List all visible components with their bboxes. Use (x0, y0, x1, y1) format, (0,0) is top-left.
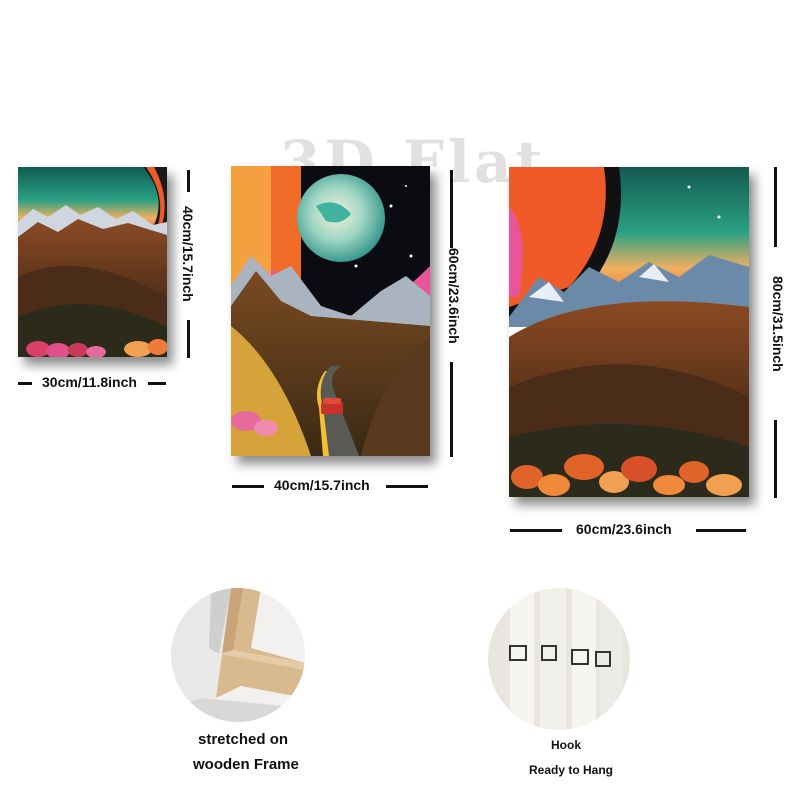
large-height-label: 80cm/31.5inch (770, 276, 786, 372)
medium-canvas-panel (231, 166, 430, 456)
hook-illustration (488, 588, 630, 730)
small-canvas-panel (18, 167, 167, 357)
medium-canvas-artwork (231, 166, 430, 456)
small-height-line-top (187, 170, 190, 192)
small-width-label: 30cm/11.8inch (42, 374, 137, 390)
medium-height-label: 60cm/23.6inch (446, 248, 462, 344)
hook-caption-line1: Hook (551, 738, 581, 752)
large-width-line-left (510, 529, 562, 532)
medium-width-label: 40cm/15.7inch (274, 477, 370, 493)
large-height-line-bottom (774, 420, 777, 498)
hook-caption-line2: Ready to Hang (529, 763, 614, 777)
large-height-line-top (774, 167, 777, 247)
small-height-line-bottom (187, 320, 190, 358)
large-canvas-panel (509, 167, 749, 497)
frame-caption-line2: wooden Frame (193, 756, 299, 773)
small-width-line-left (18, 382, 32, 385)
wooden-frame-illustration (171, 588, 305, 722)
large-width-label: 60cm/23.6inch (576, 521, 672, 537)
wooden-frame-detail-image (171, 588, 305, 722)
large-width-line-right (696, 529, 746, 532)
frame-caption-line1: stretched on (198, 731, 289, 748)
hook-detail-image (488, 588, 630, 730)
small-width-line-right (148, 382, 166, 385)
large-canvas-artwork (509, 167, 749, 497)
medium-width-line-left (232, 485, 264, 488)
small-height-label: 40cm/15.7inch (180, 206, 196, 302)
medium-height-line-top (450, 170, 453, 248)
medium-width-line-right (386, 485, 428, 488)
small-canvas-artwork (18, 167, 167, 357)
medium-height-line-bottom (450, 362, 453, 457)
